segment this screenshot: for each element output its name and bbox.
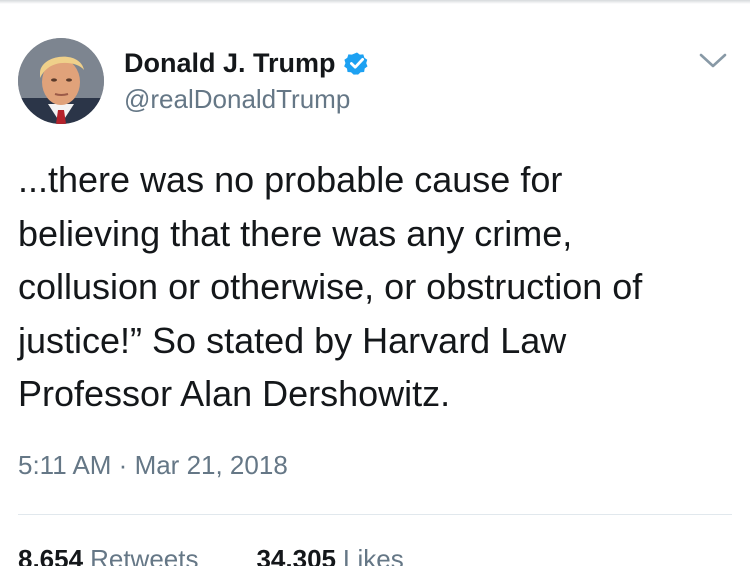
likes-label: Likes bbox=[343, 544, 404, 566]
verified-badge-icon bbox=[343, 49, 371, 77]
tweet-text: ...there was no probable cause for belie… bbox=[18, 159, 643, 414]
avatar-image bbox=[18, 38, 104, 124]
author-display-name[interactable]: Donald J. Trump bbox=[124, 48, 336, 79]
likes-count: 34,305 bbox=[256, 544, 336, 566]
author-handle[interactable]: @realDonaldTrump bbox=[124, 84, 350, 115]
retweets-stat[interactable]: 8,654 Retweets bbox=[18, 544, 198, 566]
chevron-down-icon[interactable] bbox=[698, 50, 728, 72]
tweet-stats: 8,654 Retweets 34,305 Likes bbox=[18, 544, 404, 566]
retweets-count: 8,654 bbox=[18, 544, 84, 566]
retweets-label: Retweets bbox=[90, 544, 199, 566]
divider bbox=[18, 514, 732, 515]
likes-stat[interactable]: 34,305 Likes bbox=[256, 544, 403, 566]
avatar[interactable] bbox=[18, 38, 104, 124]
author-name-row: Donald J. Trump bbox=[124, 44, 371, 82]
top-edge-shadow bbox=[0, 0, 750, 4]
tweet-timestamp[interactable]: 5:11 AM · Mar 21, 2018 bbox=[18, 450, 288, 481]
